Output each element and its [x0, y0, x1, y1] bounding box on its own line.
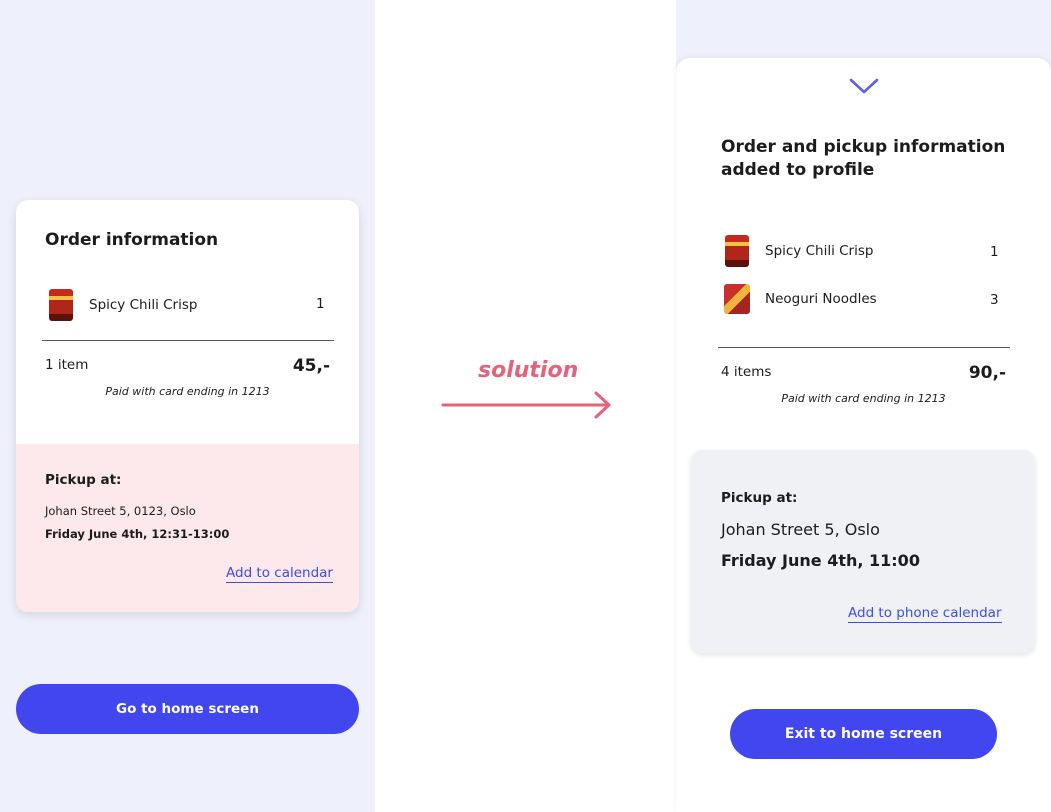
pickup-section: Pickup at: Johan Street 5, 0123, Oslo Fr…	[16, 444, 359, 612]
pickup-time: Friday June 4th, 11:00	[721, 551, 920, 570]
order-item-name: Spicy Chili Crisp	[89, 297, 198, 313]
chili-crisp-jar-image	[725, 235, 749, 267]
order-item-row: Spicy Chili Crisp	[49, 289, 197, 321]
order-item-qty: 1	[316, 296, 325, 312]
order-item-name: Neoguri Noodles	[765, 291, 877, 307]
go-home-button[interactable]: Go to home screen	[16, 684, 359, 734]
sheet-title: Order and pickup information added to pr…	[721, 137, 1006, 180]
add-to-calendar-link[interactable]: Add to calendar	[226, 565, 333, 583]
pickup-address: Johan Street 5, 0123, Oslo	[45, 504, 196, 518]
divider	[718, 347, 1010, 348]
order-item-qty: 3	[990, 292, 999, 308]
order-item-row: Spicy Chili Crisp	[725, 235, 873, 267]
payment-note: Paid with card ending in 1213	[781, 392, 946, 405]
pickup-label: Pickup at:	[45, 472, 122, 488]
order-info-card: Order information Spicy Chili Crisp 1 1 …	[16, 200, 359, 612]
chili-crisp-jar-image	[49, 289, 73, 321]
chevron-down-icon[interactable]	[849, 78, 879, 94]
order-info-title: Order information	[45, 230, 219, 250]
divider	[42, 340, 334, 341]
payment-note: Paid with card ending in 1213	[105, 385, 270, 398]
order-sheet: Order and pickup information added to pr…	[676, 58, 1051, 812]
pickup-address: Johan Street 5, Oslo	[721, 520, 880, 539]
order-item-qty: 1	[990, 244, 999, 260]
arrow-right-icon	[441, 391, 611, 419]
item-count: 1 item	[45, 357, 89, 373]
order-item-name: Spicy Chili Crisp	[765, 243, 874, 259]
order-item-row: Neoguri Noodles	[724, 284, 877, 314]
pickup-time: Friday June 4th, 12:31-13:00	[45, 527, 230, 541]
noodles-pack-image	[724, 284, 750, 314]
solution-label: solution	[478, 358, 579, 383]
before-screen: Order information Spicy Chili Crisp 1 1 …	[0, 0, 375, 812]
pickup-section: Pickup at: Johan Street 5, Oslo Friday J…	[691, 450, 1035, 653]
order-total: 45,-	[292, 356, 330, 376]
order-total: 90,-	[968, 363, 1006, 383]
add-to-phone-calendar-link[interactable]: Add to phone calendar	[848, 605, 1002, 623]
exit-home-button[interactable]: Exit to home screen	[730, 709, 997, 759]
item-count: 4 items	[721, 364, 772, 380]
pickup-label: Pickup at:	[721, 490, 798, 506]
